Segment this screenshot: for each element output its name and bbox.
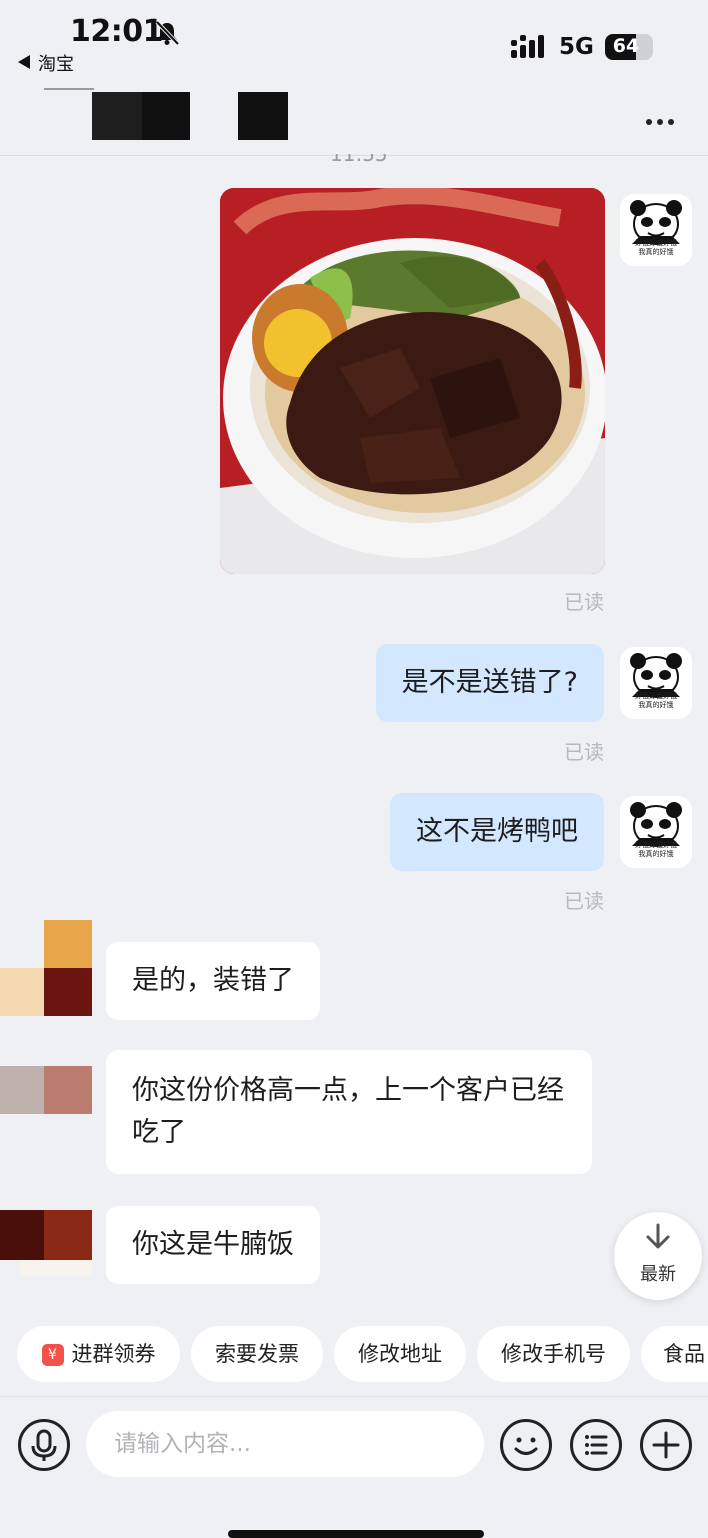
home-indicator bbox=[228, 1530, 484, 1538]
chat-header bbox=[0, 88, 708, 156]
plus-button[interactable] bbox=[640, 1419, 692, 1471]
quick-action-join-group[interactable]: ¥ 进群领券 bbox=[17, 1326, 180, 1382]
signal-icon bbox=[511, 35, 544, 58]
network-type: 5G bbox=[559, 34, 594, 60]
status-time: 12:01 bbox=[70, 14, 164, 49]
food-photo bbox=[220, 188, 605, 574]
latest-label: 最新 bbox=[640, 1264, 676, 1285]
coupon-icon: ¥ bbox=[41, 1344, 64, 1366]
merchant-avatar[interactable] bbox=[0, 920, 92, 1016]
redacted-name bbox=[142, 92, 190, 140]
emoji-button[interactable] bbox=[500, 1419, 552, 1471]
quick-action-change-phone[interactable]: 修改手机号 bbox=[477, 1326, 630, 1382]
merchant-avatar[interactable] bbox=[0, 1210, 92, 1276]
quick-action-invoice[interactable]: 索要发票 bbox=[191, 1326, 323, 1382]
my-avatar[interactable]: 好饿好饿好饿 我真的好饿 bbox=[620, 796, 692, 868]
list-icon bbox=[585, 1435, 608, 1455]
my-avatar[interactable]: 好饿好饿好饿 我真的好饿 bbox=[620, 194, 692, 266]
arrow-down-icon bbox=[646, 1223, 670, 1249]
message-bubble-sent[interactable]: 这不是烤鸭吧 bbox=[390, 793, 604, 871]
message-input[interactable]: 请输入内容... bbox=[86, 1411, 484, 1477]
read-receipt: 已读 bbox=[564, 740, 604, 764]
back-arrow-icon bbox=[18, 55, 30, 69]
menu-button[interactable] bbox=[570, 1419, 622, 1471]
merchant-avatar[interactable] bbox=[0, 1066, 92, 1114]
redacted-name bbox=[92, 92, 142, 140]
quick-action-change-address[interactable]: 修改地址 bbox=[334, 1326, 466, 1382]
quick-action-food[interactable]: 食品 bbox=[641, 1326, 708, 1382]
read-receipt: 已读 bbox=[564, 889, 604, 913]
emoji-icon bbox=[514, 1437, 538, 1455]
message-bubble-received[interactable]: 你这份价格高一点，上一个客户已经吃了 bbox=[106, 1050, 592, 1174]
battery-indicator: 64 bbox=[605, 34, 653, 60]
avatar-caption: 好饿好饿好饿 我真的好饿 bbox=[635, 841, 677, 858]
voice-button[interactable] bbox=[18, 1419, 70, 1471]
redacted-name bbox=[238, 92, 288, 140]
message-input-bar: 请输入内容... bbox=[0, 1396, 708, 1538]
bell-off-icon bbox=[155, 20, 180, 46]
more-icon[interactable] bbox=[646, 110, 680, 125]
my-avatar[interactable]: 好饿好饿好饿 我真的好饿 bbox=[620, 647, 692, 719]
message-bubble-received[interactable]: 你这是牛腩饭 bbox=[106, 1206, 320, 1284]
status-bar: 12:01 淘宝 5G 64 bbox=[0, 0, 708, 88]
message-bubble-sent[interactable]: 是不是送错了? bbox=[375, 644, 604, 722]
quick-action-bar: ¥ 进群领券 索要发票 修改地址 修改手机号 食品 bbox=[0, 1326, 708, 1384]
plus-icon bbox=[652, 1431, 680, 1459]
message-image[interactable] bbox=[220, 188, 605, 574]
mic-icon bbox=[31, 1429, 57, 1461]
avatar-caption: 好饿好饿好饿 我真的好饿 bbox=[635, 239, 677, 256]
message-bubble-received[interactable]: 是的，装错了 bbox=[106, 942, 320, 1020]
back-to-app[interactable]: 淘宝 bbox=[18, 50, 74, 76]
read-receipt: 已读 bbox=[564, 590, 604, 614]
jump-to-latest-button[interactable]: 最新 bbox=[614, 1212, 702, 1300]
title-artifact bbox=[44, 88, 94, 90]
avatar-caption: 好饿好饿好饿 我真的好饿 bbox=[635, 692, 677, 709]
